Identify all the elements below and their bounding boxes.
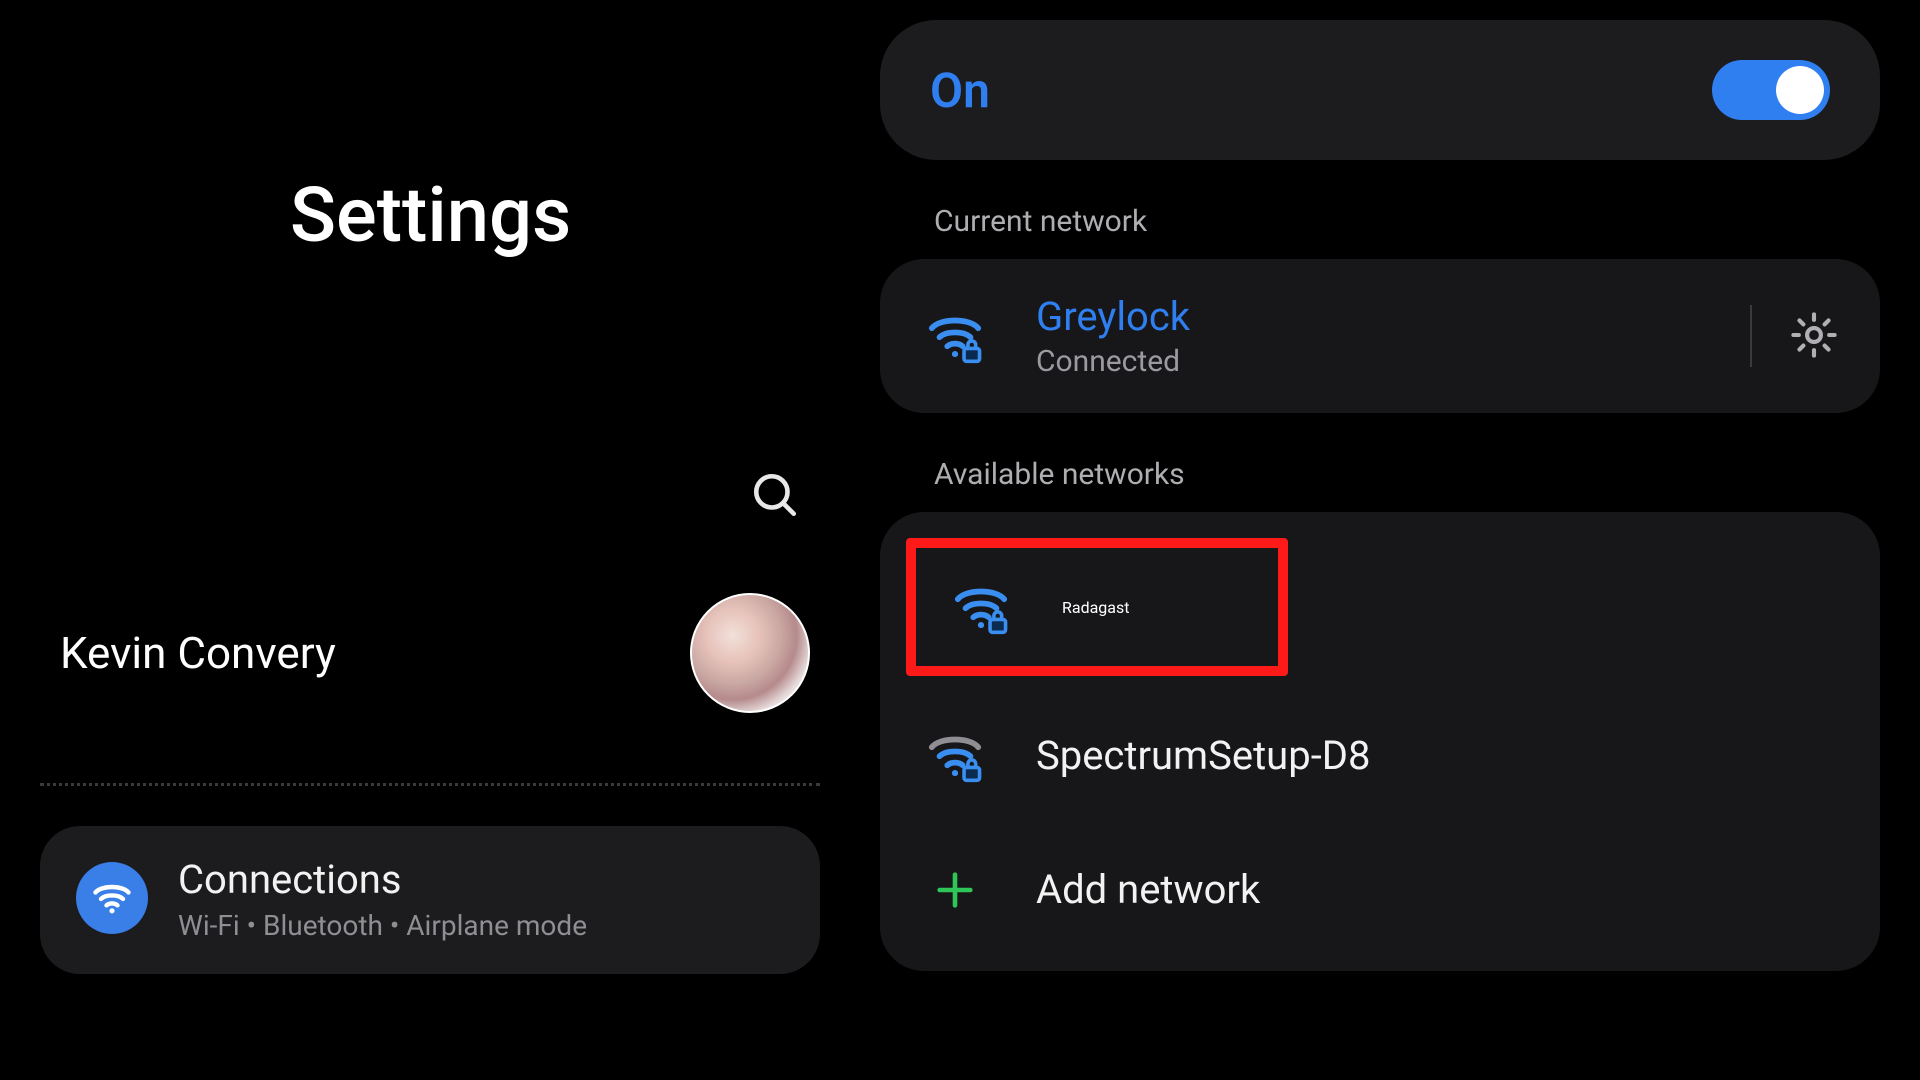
settings-sidebar: Settings Kevin Convery: [0, 0, 860, 1080]
available-networks-card: Radagast SpectrumSetup-D8: [880, 512, 1880, 971]
wifi-toggle[interactable]: [1712, 60, 1830, 120]
network-name: Radagast: [1062, 598, 1129, 617]
connections-subtitle: Wi-Fi • Bluetooth • Airplane mode: [178, 909, 587, 942]
current-network-name: Greylock: [1036, 293, 1714, 340]
user-name: Kevin Convery: [60, 627, 336, 679]
current-network-status: Connected: [1036, 344, 1714, 379]
avatar[interactable]: [690, 593, 810, 713]
search-button[interactable]: [750, 470, 800, 523]
network-name: SpectrumSetup-D8: [1036, 732, 1370, 779]
divider: [1750, 305, 1752, 367]
wifi-settings-panel: On Current network Greylock Connected: [860, 0, 1920, 1080]
plus-icon: [920, 867, 990, 913]
network-row-spectrumsetup[interactable]: SpectrumSetup-D8: [880, 684, 1880, 826]
wifi-badge-icon: [76, 862, 148, 934]
network-settings-button[interactable]: [1788, 309, 1840, 364]
add-network-label: Add network: [1036, 866, 1260, 913]
add-network-row[interactable]: Add network: [880, 826, 1880, 953]
divider: [40, 783, 820, 786]
sidebar-item-connections[interactable]: Connections Wi-Fi • Bluetooth • Airplane…: [40, 826, 820, 974]
user-account-row[interactable]: Kevin Convery: [40, 593, 820, 713]
wifi-secure-icon: [920, 305, 990, 367]
wifi-toggle-card: On: [880, 20, 1880, 160]
wifi-secure-icon: [920, 724, 990, 786]
connections-title: Connections: [178, 856, 587, 903]
current-network-label: Current network: [934, 204, 1880, 239]
wifi-secure-icon: [946, 576, 1016, 638]
wifi-toggle-label: On: [930, 62, 990, 119]
toggle-knob: [1776, 66, 1824, 114]
page-title: Settings: [290, 170, 820, 260]
gear-icon: [1788, 309, 1840, 361]
current-network-card[interactable]: Greylock Connected: [880, 259, 1880, 413]
available-networks-label: Available networks: [934, 457, 1880, 492]
network-row-radagast[interactable]: Radagast: [906, 538, 1288, 676]
search-icon: [750, 470, 800, 520]
